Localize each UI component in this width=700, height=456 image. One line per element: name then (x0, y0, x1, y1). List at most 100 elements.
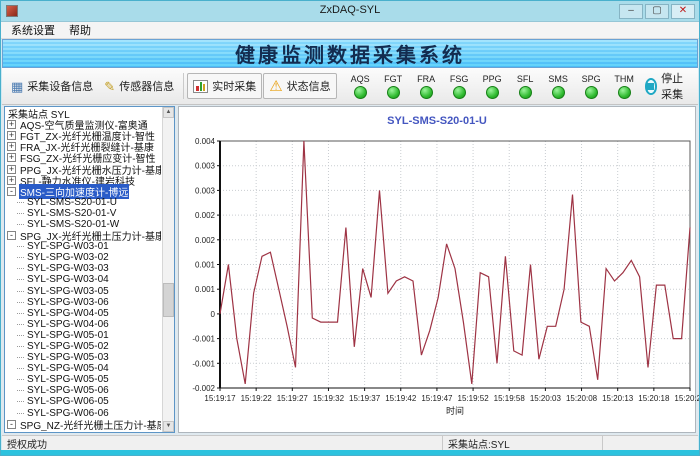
tree-item-label: SYL-SPG-W05-02 (26, 341, 110, 352)
device-info-label: 采集设备信息 (27, 78, 93, 94)
tree-branch-line (17, 346, 24, 347)
indicator-label: SFL (509, 74, 542, 84)
indicator-label: FRA (410, 74, 443, 84)
tree-item[interactable]: -SMS-三向加速度计-博远 (7, 186, 161, 197)
warning-icon: ⚠ (269, 79, 282, 94)
green-led-icon (486, 86, 499, 99)
stop-collect-button[interactable]: 停止采集 (641, 67, 694, 105)
pen-icon: ✎ (104, 80, 115, 93)
tree-item[interactable]: SYL-SPG-W03-04 (7, 274, 161, 285)
maximize-button[interactable]: ▢ (645, 4, 669, 19)
indicator-label: SMS (542, 74, 575, 84)
tree-item[interactable]: SYL-SPG-W05-04 (7, 363, 161, 374)
tree-item-label: SYL-SPG-W06-05 (26, 396, 110, 407)
tree-branch-line (17, 335, 24, 336)
app-window: ZxDAQ-SYL – ▢ ✕ 系统设置帮助 健康监测数据采集系统 ▦采集设备信… (0, 0, 700, 456)
green-led-icon (618, 86, 631, 99)
tree-item[interactable]: -SPG_JX-光纤光栅土压力计-基康 (7, 230, 161, 241)
tree-item-label: SYL-SPG-W04-05 (26, 308, 110, 319)
menu-item-help[interactable]: 帮助 (62, 21, 98, 39)
collapse-icon[interactable]: - (7, 231, 16, 240)
indicator-ppg: PPG (476, 74, 509, 99)
realtime-collect-button[interactable]: 实时采集 (187, 73, 262, 99)
station-tree-panel: 采集站点 SYL+AQS-空气质量监测仪-富奥通+FGT_ZX-光纤光栅温度计-… (4, 106, 175, 433)
sensor-info-button[interactable]: ✎ 传感器信息 (99, 74, 179, 98)
status-station-text: 采集站点:SYL (443, 436, 603, 450)
tree-branch-line (17, 324, 24, 325)
stop-collect-label: 停止采集 (661, 70, 690, 102)
tree-item[interactable]: SYL-SPG-W03-06 (7, 297, 161, 308)
toolbar-separator (183, 73, 184, 99)
indicator-aqs: AQS (344, 74, 377, 99)
tree-item-label: SYL-SPG-W05-03 (26, 352, 110, 363)
green-led-icon (354, 86, 367, 99)
svg-text:-0.001: -0.001 (192, 359, 215, 368)
expand-icon[interactable]: + (7, 176, 16, 185)
tree-item-label: SYL-SPG-W04-06 (26, 319, 110, 330)
expand-icon[interactable]: + (7, 153, 16, 162)
svg-text:0.002: 0.002 (195, 211, 216, 220)
menu-item-system-settings[interactable]: 系统设置 (4, 21, 62, 39)
tree-branch-line (17, 379, 24, 380)
scroll-down-icon[interactable]: ▼ (163, 421, 174, 432)
tree-branch-line (17, 279, 24, 280)
svg-text:15:19:58: 15:19:58 (494, 394, 526, 403)
tree-item[interactable]: SYL-SPG-W05-05 (7, 374, 161, 385)
svg-text:0.002: 0.002 (195, 236, 216, 245)
tree-item[interactable]: SYL-SPG-W03-03 (7, 263, 161, 274)
expand-icon[interactable]: + (7, 142, 16, 151)
close-button[interactable]: ✕ (671, 4, 695, 19)
tree-branch-line (17, 357, 24, 358)
svg-text:15:19:47: 15:19:47 (421, 394, 453, 403)
expand-icon[interactable]: + (7, 120, 16, 129)
menu-bar: 系统设置帮助 (1, 22, 699, 39)
tree-item[interactable]: SYL-SPG-W03-02 (7, 252, 161, 263)
svg-text:15:19:27: 15:19:27 (277, 394, 309, 403)
tree-item[interactable]: SYL-SPG-W05-02 (7, 341, 161, 352)
svg-text:15:20:08: 15:20:08 (566, 394, 598, 403)
tree-item[interactable]: SYL-SMS-S20-01-V (7, 208, 161, 219)
tree-branch-line (17, 368, 24, 369)
tree-item[interactable]: -SPG_NZ-光纤光栅土压力计-基康 (7, 419, 161, 430)
green-led-icon (387, 86, 400, 99)
minimize-button[interactable]: – (619, 4, 643, 19)
device-info-button[interactable]: ▦采集设备信息 (6, 74, 98, 98)
tree-item[interactable]: SYL-SPG-W04-05 (7, 308, 161, 319)
tree-branch-line (17, 257, 24, 258)
tree-item[interactable]: SYL-SPG-W05-01 (7, 330, 161, 341)
tree-item[interactable]: SYL-SPG-W03-05 (7, 286, 161, 297)
svg-text:-0.001: -0.001 (192, 335, 215, 344)
indicator-thm: THM (608, 74, 641, 99)
tree-item[interactable]: SYL-SPG-W05-06 (7, 385, 161, 396)
station-tree: 采集站点 SYL+AQS-空气质量监测仪-富奥通+FGT_ZX-光纤光栅温度计-… (7, 108, 161, 431)
collapse-icon[interactable]: - (7, 187, 16, 196)
tree-branch-line (17, 313, 24, 314)
tree-vertical-scrollbar[interactable]: ▲ ▼ (162, 107, 174, 432)
svg-text:0.003: 0.003 (195, 186, 216, 195)
expand-icon[interactable]: + (7, 165, 16, 174)
scrollbar-thumb[interactable] (163, 283, 174, 317)
tree-branch-line (17, 401, 24, 402)
collapse-icon[interactable]: - (7, 420, 16, 429)
scroll-up-icon[interactable]: ▲ (163, 107, 174, 118)
tree-item-label: SYL-SMS-S20-01-V (26, 208, 117, 219)
green-led-icon (453, 86, 466, 99)
indicator-label: SPG (575, 74, 608, 84)
status-auth-text: 授权成功 (2, 436, 443, 450)
chart-panel: SYL-SMS-S20-01-U 0.0040.0030.0030.0020.0… (178, 106, 696, 433)
tree-item[interactable]: SYL-SMS-S20-01-U (7, 197, 161, 208)
sensor-info-label: 传感器信息 (119, 78, 174, 94)
tree-item[interactable]: SYL-SPG-W05-03 (7, 352, 161, 363)
tree-item-label: SYL-SPG-W05-04 (26, 363, 110, 374)
svg-text:0.003: 0.003 (195, 162, 216, 171)
tree-item[interactable]: SYL-SPG-W06-05 (7, 396, 161, 407)
indicator-label: THM (608, 74, 641, 84)
indicator-label: PPG (476, 74, 509, 84)
tree-branch-line (17, 291, 24, 292)
tree-branch-line (17, 202, 24, 203)
green-led-icon (552, 86, 565, 99)
tree-item[interactable]: SYL-SPG-W04-06 (7, 319, 161, 330)
expand-icon[interactable]: + (7, 131, 16, 140)
svg-text:-0.002: -0.002 (192, 384, 215, 393)
status-info-button[interactable]: ⚠状态信息 (263, 73, 336, 99)
